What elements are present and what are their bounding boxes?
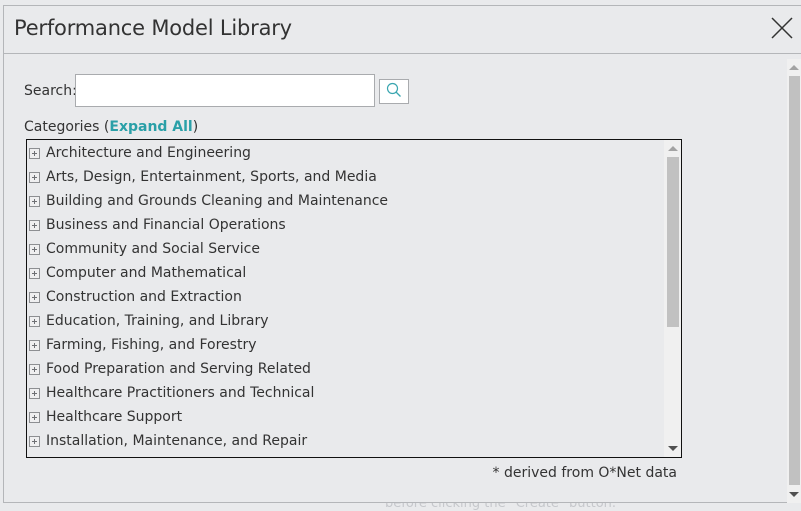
category-item[interactable]: Business and Financial Operations [27, 213, 664, 237]
categories-scrollbar[interactable] [664, 140, 681, 457]
categories-label-text: Categories ( [24, 119, 110, 135]
category-label: Business and Financial Operations [46, 217, 286, 233]
category-item[interactable]: Construction and Extraction [27, 285, 664, 309]
category-label: Building and Grounds Cleaning and Mainte… [46, 193, 389, 209]
search-input[interactable] [75, 74, 375, 107]
categories-list: Architecture and Engineering Arts, Design… [27, 141, 664, 457]
dialog-header: Performance Model Library [4, 6, 801, 54]
expand-plus-icon[interactable] [29, 411, 40, 423]
footnote: * derived from O*Net data [492, 465, 677, 481]
category-item[interactable]: Architecture and Engineering [27, 141, 664, 165]
category-item[interactable]: Healthcare Practitioners and Technical [27, 381, 664, 405]
dialog-scroll-down-arrow-icon[interactable] [789, 492, 799, 497]
category-item[interactable]: Installation, Maintenance, and Repair [27, 429, 664, 453]
expand-plus-icon[interactable] [29, 243, 40, 255]
scroll-down-arrow-icon[interactable] [668, 446, 678, 451]
dialog-title: Performance Model Library [14, 16, 292, 40]
category-label: Computer and Mathematical [46, 265, 247, 281]
category-item[interactable] [27, 453, 664, 457]
category-label: Food Preparation and Serving Related [46, 361, 311, 377]
expand-plus-icon[interactable] [29, 171, 40, 183]
category-item[interactable]: Education, Training, and Library [27, 309, 664, 333]
scroll-up-arrow-icon[interactable] [668, 146, 678, 151]
category-label: Farming, Fishing, and Forestry [46, 337, 257, 353]
category-item[interactable]: Healthcare Support [27, 405, 664, 429]
close-icon[interactable] [771, 17, 793, 39]
expand-plus-icon[interactable] [29, 363, 40, 375]
category-label: Community and Social Service [46, 241, 260, 257]
expand-plus-icon[interactable] [29, 339, 40, 351]
dialog-body: Search: Categories (Expand All) Architec… [4, 54, 786, 502]
scrollbar-thumb[interactable] [667, 157, 679, 327]
category-item[interactable]: Building and Grounds Cleaning and Mainte… [27, 189, 664, 213]
categories-label: Categories (Expand All) [24, 119, 198, 135]
category-label: Education, Training, and Library [46, 313, 269, 329]
category-item[interactable]: Arts, Design, Entertainment, Sports, and… [27, 165, 664, 189]
category-label: Healthcare Practitioners and Technical [46, 385, 315, 401]
category-item[interactable]: Community and Social Service [27, 237, 664, 261]
expand-plus-icon[interactable] [29, 195, 40, 207]
expand-plus-icon[interactable] [29, 387, 40, 399]
performance-model-library-dialog: Performance Model Library Search: Catego… [3, 5, 801, 503]
category-label: Arts, Design, Entertainment, Sports, and… [46, 169, 377, 185]
category-item[interactable]: Farming, Fishing, and Forestry [27, 333, 664, 357]
dialog-scrollbar[interactable] [787, 59, 801, 503]
search-icon [386, 82, 402, 102]
category-label: Installation, Maintenance, and Repair [46, 433, 308, 449]
search-label: Search: [24, 83, 77, 99]
expand-plus-icon[interactable] [29, 291, 40, 303]
categories-tree[interactable]: Architecture and Engineering Arts, Design… [26, 139, 682, 458]
categories-label-suffix: ) [192, 119, 199, 135]
dialog-scrollbar-thumb[interactable] [789, 76, 800, 485]
category-label: Architecture and Engineering [46, 145, 251, 161]
expand-plus-icon[interactable] [29, 147, 40, 159]
expand-all-link[interactable]: Expand All [109, 119, 192, 135]
expand-plus-icon[interactable] [29, 267, 40, 279]
category-item[interactable]: Food Preparation and Serving Related [27, 357, 664, 381]
search-button[interactable] [379, 79, 409, 104]
category-label: Construction and Extraction [46, 289, 242, 305]
dialog-scroll-up-arrow-icon[interactable] [789, 65, 799, 70]
category-item[interactable]: Computer and Mathematical [27, 261, 664, 285]
expand-plus-icon[interactable] [29, 315, 40, 327]
category-label: Healthcare Support [46, 409, 183, 425]
expand-plus-icon[interactable] [29, 435, 40, 447]
expand-plus-icon[interactable] [29, 219, 40, 231]
